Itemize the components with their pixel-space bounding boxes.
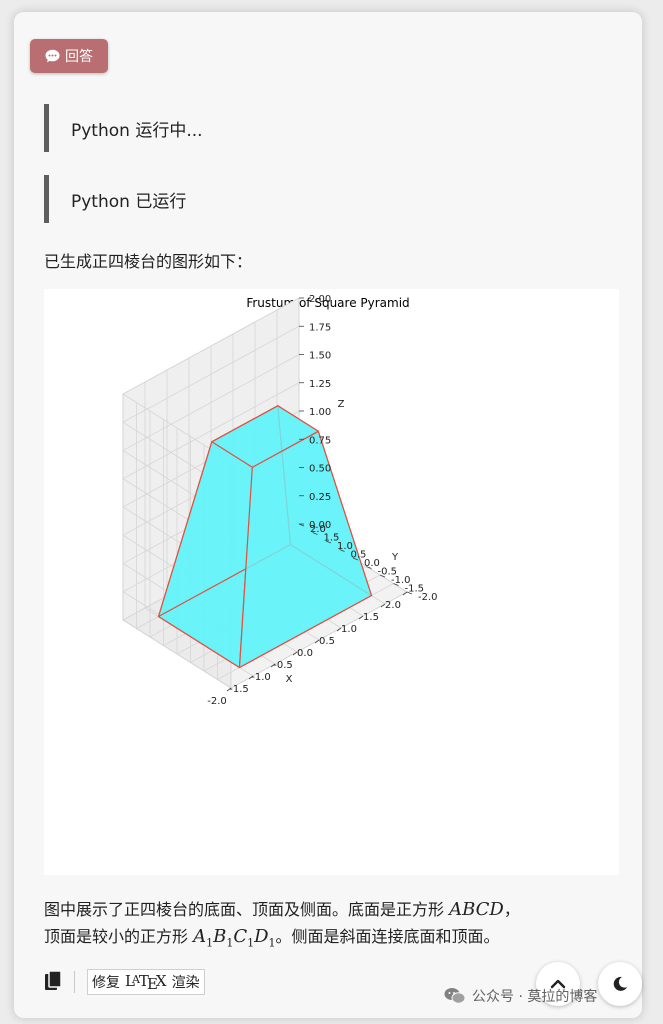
z-tick-label: 1.00: [309, 407, 331, 418]
z-tick-label: 2.00: [309, 294, 331, 305]
message-toolbar: 修复 LATEX 渲染: [44, 968, 205, 996]
z-tick-label: 1.75: [309, 322, 331, 333]
status-running-text: Python 运行中...: [71, 120, 203, 141]
x-tick-label: 2.0: [385, 600, 401, 611]
desc-part-2: ，: [503, 900, 520, 919]
watermark-text: 公众号 · 莫拉的博客: [472, 989, 598, 1005]
z-tick-label: 0.75: [309, 435, 331, 446]
dark-mode-button[interactable]: [598, 962, 642, 1006]
render-label: 渲染: [171, 975, 200, 991]
toolbar-divider: [74, 971, 75, 993]
fix-latex-button[interactable]: 修复 LATEX 渲染: [87, 969, 205, 995]
z-tick-label: 0.25: [309, 492, 331, 503]
x-tick-label: 1.0: [341, 624, 357, 635]
math-sub-4: 1: [268, 936, 276, 950]
x-tick-label: -0.5: [273, 660, 293, 671]
z-tick-label: 0.50: [309, 464, 331, 475]
z-tick-label: 1.25: [309, 379, 331, 390]
math-b: B: [213, 926, 227, 947]
y-axis-label: Y: [391, 552, 399, 563]
x-tick-label: 0.0: [297, 648, 313, 659]
watermark: 公众号 · 莫拉的博客: [444, 986, 597, 1006]
x-tick-label: -2.0: [207, 696, 227, 707]
answer-label: 回答: [65, 49, 93, 65]
answer-button[interactable]: 回答: [30, 39, 108, 73]
chat-bubble-icon: [45, 49, 60, 63]
math-c: C: [233, 926, 248, 947]
moon-icon: [613, 976, 627, 991]
latex-logo: LATEX: [125, 971, 167, 993]
status-done: Python 已运行: [44, 175, 471, 223]
desc-part-4: 。侧面是斜面连接底面和顶面。: [275, 927, 500, 946]
wechat-icon: [444, 988, 466, 1004]
math-abcd: ABCD: [449, 899, 504, 920]
frustum-figure: Frustum of Square Pyramid -2.0 -1.5 -1.0 -0…: [44, 289, 619, 875]
x-axis-label: X: [286, 674, 293, 685]
frustum-chart: Frustum of Square Pyramid -2.0-1.5-1.0-0…: [122, 294, 438, 707]
math-d: D: [254, 926, 269, 947]
copy-icon[interactable]: [44, 970, 66, 994]
desc-part-3: 顶面是较小的正方形: [44, 927, 194, 946]
z-tick-label: 1.50: [309, 351, 331, 362]
description: 图中展示了正四棱台的底面、顶面及侧面。底面是正方形 ABCD， 顶面是较小的正方…: [44, 896, 624, 957]
x-tick-label: -1.5: [229, 684, 249, 695]
x-tick-label: 0.5: [319, 636, 335, 647]
status-running: Python 运行中...: [44, 104, 471, 152]
status-done-text: Python 已运行: [71, 191, 187, 212]
desc-part-1: 图中展示了正四棱台的底面、顶面及侧面。底面是正方形: [44, 900, 450, 919]
intro-text: 已生成正四棱台的图形如下：: [44, 252, 253, 271]
x-tick-label: 1.5: [363, 612, 379, 623]
math-a: A: [193, 926, 207, 947]
fix-label: 修复: [92, 975, 120, 991]
math-a1b1c1d1: A1B1C1D1: [193, 926, 276, 950]
y-tick-label: -0.5: [378, 567, 398, 578]
x-tick-label: -1.0: [251, 672, 271, 683]
z-axis-label: Z: [338, 399, 345, 410]
z-tick-label: 0.00: [309, 520, 331, 531]
